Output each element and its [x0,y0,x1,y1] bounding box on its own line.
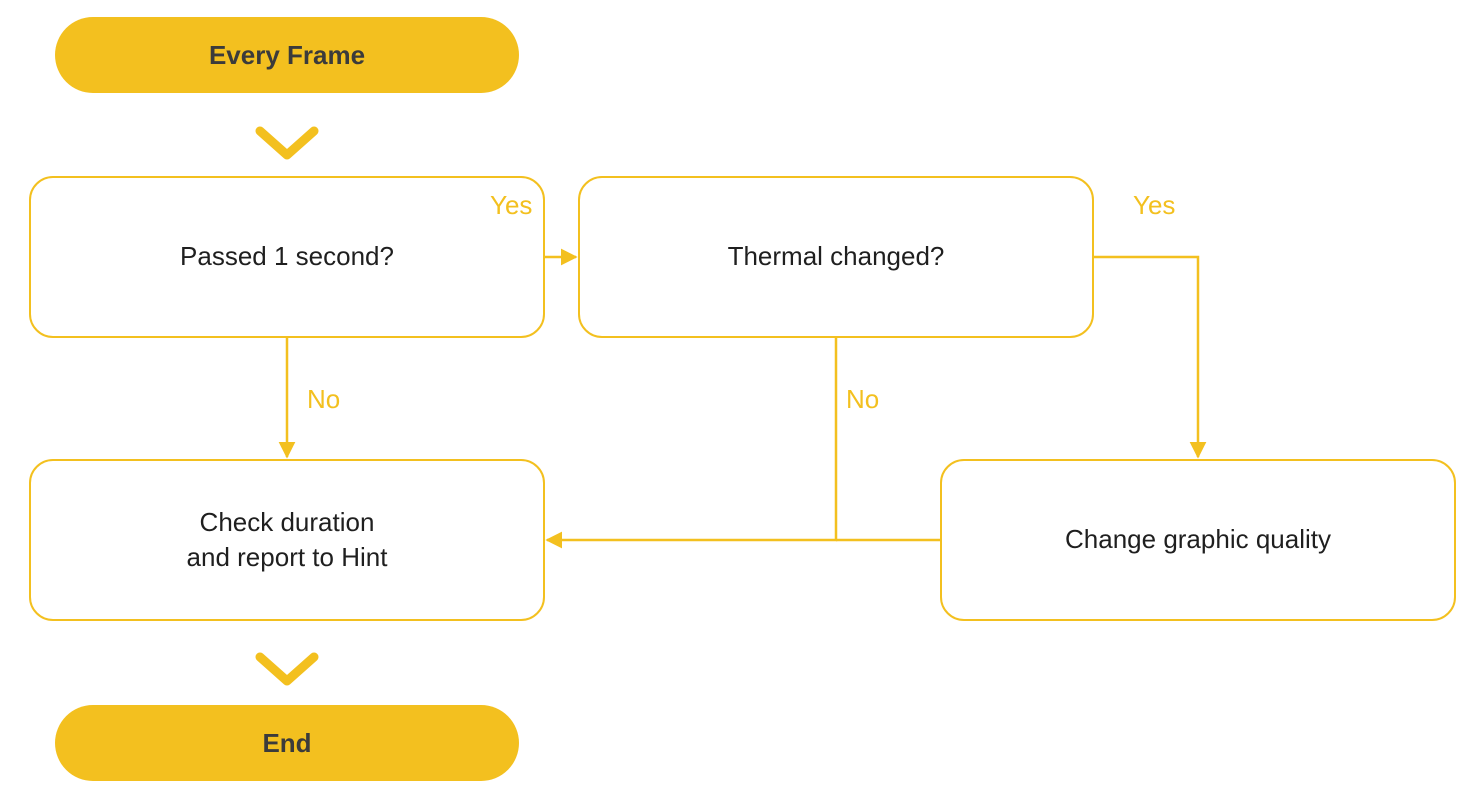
edge-label-d1-no: No [307,384,340,415]
connectors [0,0,1471,799]
edge-label-d2-yes: Yes [1133,190,1175,221]
edge-label-d2-no: No [846,384,879,415]
process-1-line1: Check duration [200,507,375,537]
flowchart-canvas: Every Frame End Passed 1 second? Thermal… [0,0,1471,799]
chevron-start-to-d1 [260,131,314,155]
decision-1-label: Passed 1 second? [180,239,394,274]
process-change-quality: Change graphic quality [940,459,1456,621]
decision-passed-1-second: Passed 1 second? [29,176,545,338]
process-check-duration: Check duration and report to Hint [29,459,545,621]
end-label: End [262,728,311,759]
process-1-label: Check duration and report to Hint [187,505,388,575]
edge-d2-to-p1 [547,338,836,540]
decision-2-label: Thermal changed? [728,239,945,274]
start-node: Every Frame [55,17,519,93]
decision-thermal-changed: Thermal changed? [578,176,1094,338]
start-label: Every Frame [209,40,365,71]
chevron-p1-to-end [260,657,314,681]
process-1-line2: and report to Hint [187,542,388,572]
end-node: End [55,705,519,781]
edge-d2-to-p2 [1094,257,1198,457]
edge-label-d1-yes: Yes [490,190,532,221]
process-2-label: Change graphic quality [1065,522,1331,557]
